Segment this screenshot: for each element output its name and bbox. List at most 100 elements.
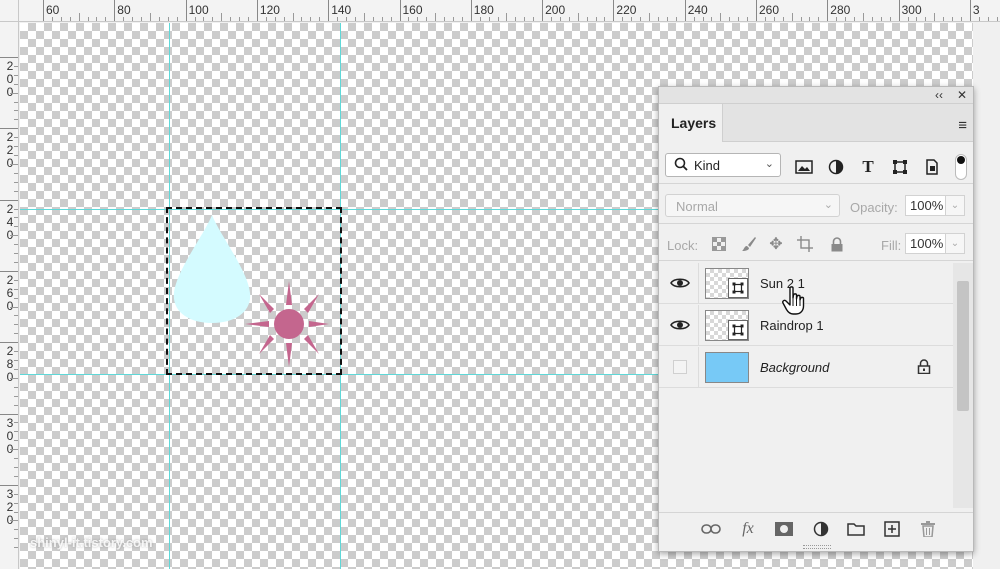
ruler-minor-tick	[845, 17, 847, 21]
panel-menu-button[interactable]: ≡	[958, 117, 967, 134]
ruler-label: 140	[331, 3, 352, 17]
fill-input[interactable]: 100%	[905, 233, 946, 254]
lock-image-pixels-icon[interactable]	[739, 234, 759, 254]
filter-kind-dropdown[interactable]: Kind ⌄	[665, 153, 781, 177]
ruler-minor-tick	[417, 17, 419, 21]
collapse-panel-button[interactable]: ‹‹	[935, 88, 943, 102]
panel-titlebar[interactable]: ‹‹ ✕	[659, 87, 973, 104]
ruler-minor-tick	[916, 17, 918, 21]
opacity-dropdown-button[interactable]: ⌄	[946, 195, 965, 216]
ruler-minor-tick	[158, 17, 160, 21]
fx-icon[interactable]: fx	[737, 519, 759, 539]
divider	[659, 223, 973, 224]
marquee-selection[interactable]	[166, 207, 342, 375]
ruler-minor-tick	[978, 17, 980, 21]
fill-dropdown-button[interactable]: ⌄	[946, 233, 965, 254]
ruler-minor-tick	[132, 17, 134, 21]
layers-panel: ‹‹ ✕ Layers ≡ Kind ⌄ T Normal ⌄ Opacity:…	[658, 86, 974, 552]
lock-all-icon[interactable]	[827, 234, 847, 254]
ruler-minor-tick	[693, 17, 695, 21]
smart-object-filter-icon[interactable]	[921, 156, 943, 178]
ruler-minor-tick	[14, 511, 18, 513]
column-divider	[698, 263, 699, 303]
panel-resize-grip[interactable]	[803, 545, 831, 549]
ruler-minor-tick	[14, 65, 18, 67]
ruler-minor-tick	[854, 17, 856, 21]
ruler-label: 60	[46, 3, 60, 17]
fill-label: Fill:	[881, 238, 902, 253]
ruler-minor-tick	[78, 13, 80, 21]
blend-mode-dropdown[interactable]: Normal ⌄	[665, 194, 840, 217]
trash-icon[interactable]	[917, 519, 939, 539]
lock-transparent-pixels-icon[interactable]	[709, 234, 729, 254]
mask-icon[interactable]	[773, 519, 795, 539]
ruler-minor-tick	[176, 17, 178, 21]
adjustment-icon[interactable]	[810, 519, 832, 539]
tab-layers[interactable]: Layers	[659, 104, 723, 142]
layer-name[interactable]: Background	[760, 360, 829, 375]
scrollbar-thumb[interactable]	[957, 281, 969, 411]
vertical-ruler[interactable]: 200220240260280300320	[0, 22, 19, 569]
lock-position-icon[interactable]: ✥	[766, 234, 786, 254]
ruler-minor-tick	[14, 458, 18, 460]
ruler-minor-tick	[363, 13, 365, 21]
lock-artboard-icon[interactable]	[795, 234, 815, 254]
eye-icon[interactable]	[670, 275, 690, 291]
horizontal-ruler[interactable]: 60 80 100 120 140 160 180 200 220 240 260 280 300 3	[0, 0, 1000, 22]
ruler-minor-tick	[14, 297, 18, 299]
ruler-origin[interactable]	[0, 0, 19, 22]
ruler-minor-tick	[675, 17, 677, 21]
layer-thumbnail[interactable]	[705, 352, 749, 383]
column-divider	[698, 347, 699, 387]
opacity-input[interactable]: 100%	[905, 195, 946, 216]
ruler-minor-tick	[274, 17, 276, 21]
ruler-minor-tick	[711, 17, 713, 21]
lock-label: Lock:	[667, 238, 699, 253]
adjustment-filter-icon[interactable]	[825, 156, 847, 178]
ruler-minor-tick	[800, 17, 802, 21]
link-icon[interactable]	[700, 519, 722, 539]
ruler-minor-tick	[14, 315, 18, 317]
filter-toggle-switch[interactable]	[955, 154, 967, 180]
ruler-minor-tick	[782, 17, 784, 21]
ruler-tick	[0, 128, 18, 130]
ruler-minor-tick	[488, 17, 490, 21]
ruler-minor-tick	[265, 17, 267, 21]
layer-row-raindrop[interactable]: Raindrop 1	[659, 305, 953, 346]
ruler-minor-tick	[14, 244, 18, 246]
ruler-minor-tick	[880, 17, 882, 21]
layer-name[interactable]: Raindrop 1	[760, 318, 824, 333]
ruler-minor-tick	[14, 208, 18, 210]
new-layer-icon[interactable]	[881, 519, 903, 539]
ruler-minor-tick	[10, 520, 18, 522]
pixel-filter-icon[interactable]	[793, 156, 815, 178]
ruler-minor-tick	[283, 17, 285, 21]
lock-icon[interactable]	[917, 359, 931, 374]
eye-icon[interactable]	[670, 317, 690, 333]
layer-thumbnail[interactable]	[705, 268, 749, 299]
ruler-minor-tick	[14, 404, 18, 406]
ruler-minor-tick	[14, 422, 18, 424]
folder-icon[interactable]	[845, 519, 867, 539]
ruler-minor-tick	[14, 217, 18, 219]
ruler-minor-tick	[14, 386, 18, 388]
ruler-minor-tick	[987, 17, 989, 21]
ruler-minor-tick	[14, 146, 18, 148]
shape-filter-icon[interactable]	[889, 156, 911, 178]
layer-thumbnail[interactable]	[705, 310, 749, 341]
close-panel-button[interactable]: ✕	[957, 88, 967, 102]
layer-row-background[interactable]: Background	[659, 347, 953, 388]
ruler-minor-tick	[10, 235, 18, 237]
layers-scrollbar[interactable]	[953, 263, 973, 508]
ruler-minor-tick	[702, 17, 704, 21]
ruler-minor-tick	[452, 17, 454, 21]
visibility-toggle[interactable]	[673, 360, 687, 374]
ruler-label: 3	[972, 3, 980, 17]
ruler-minor-tick	[649, 13, 651, 21]
type-filter-icon[interactable]: T	[857, 156, 879, 178]
workspace-edge	[973, 0, 1000, 569]
ruler-minor-tick	[862, 13, 864, 21]
ruler-label: 80	[117, 3, 131, 17]
layer-row-sun[interactable]: Sun 2 1	[659, 263, 953, 304]
ruler-minor-tick	[310, 17, 312, 21]
